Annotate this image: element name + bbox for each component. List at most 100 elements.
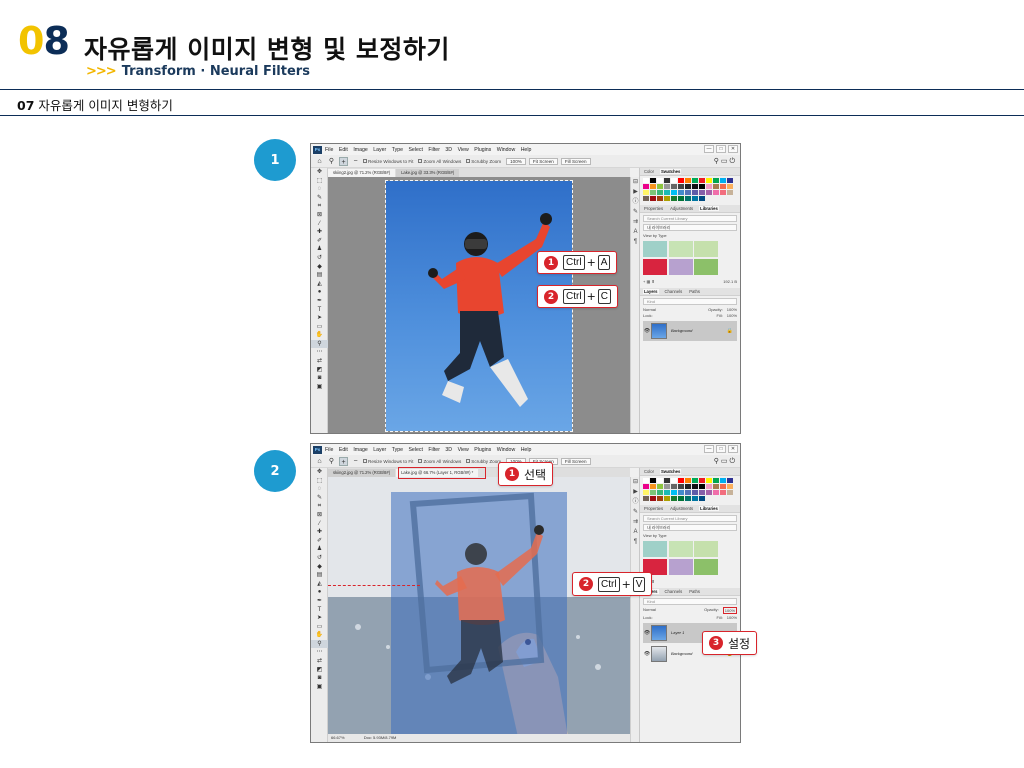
- swatch[interactable]: [678, 178, 684, 183]
- lasso-tool-icon[interactable]: ◌: [311, 185, 328, 194]
- swatch[interactable]: [671, 496, 677, 501]
- swatch[interactable]: [685, 178, 691, 183]
- menu-3d[interactable]: 3D: [445, 447, 452, 453]
- swatch[interactable]: [657, 190, 663, 195]
- home-icon[interactable]: ⌂: [315, 157, 324, 166]
- eyedropper-tool-icon[interactable]: ⁄: [311, 520, 328, 529]
- swatch[interactable]: [692, 478, 698, 483]
- lasso-tool-icon[interactable]: ◌: [311, 485, 328, 494]
- quick-mask-icon[interactable]: ◙: [311, 374, 328, 383]
- swatch[interactable]: [685, 490, 691, 495]
- tab-skiing[interactable]: skiing2.jpg @ 71.2% (RGB/8#): [328, 469, 396, 477]
- swatch[interactable]: [664, 490, 670, 495]
- fit-screen-button[interactable]: Fit Screen: [528, 157, 558, 165]
- library-tile[interactable]: [668, 558, 693, 575]
- menu-filter[interactable]: Filter: [428, 447, 440, 453]
- more-tools-icon[interactable]: ⋯: [311, 648, 328, 657]
- swatch[interactable]: [657, 196, 663, 201]
- swatch[interactable]: [657, 478, 663, 483]
- hand-tool-icon[interactable]: ✋: [311, 631, 328, 640]
- eraser-tool-icon[interactable]: ◆: [311, 263, 328, 272]
- type-tool-icon[interactable]: T: [311, 606, 328, 615]
- swatch[interactable]: [727, 484, 733, 489]
- tab-color[interactable]: Color: [643, 469, 655, 474]
- path-select-tool-icon[interactable]: ➤: [311, 314, 328, 323]
- zoom-tool-icon[interactable]: ⚲: [327, 457, 336, 466]
- library-tile[interactable]: [668, 241, 693, 257]
- minimize-button[interactable]: —: [704, 145, 714, 153]
- history-brush-icon[interactable]: ↺: [311, 254, 328, 263]
- swatch[interactable]: [664, 190, 670, 195]
- blend-mode-select[interactable]: Normal: [643, 307, 656, 312]
- zoom-in-icon[interactable]: +: [339, 156, 348, 166]
- library-select[interactable]: 내 라이브러리: [643, 524, 737, 531]
- swatch[interactable]: [692, 184, 698, 189]
- layer-kind-filter[interactable]: Kind: [643, 297, 737, 305]
- swatch[interactable]: [650, 490, 656, 495]
- brush-tool-icon[interactable]: ✐: [311, 237, 328, 246]
- pen-tool-icon[interactable]: ✒: [311, 297, 328, 306]
- swatch[interactable]: [720, 478, 726, 483]
- opacity-value[interactable]: 100%: [722, 606, 737, 614]
- menu-help[interactable]: Help: [521, 447, 532, 453]
- swatch[interactable]: [685, 496, 691, 501]
- swatch[interactable]: [678, 190, 684, 195]
- swatch[interactable]: [692, 196, 698, 201]
- swatch[interactable]: [727, 478, 733, 483]
- swatch[interactable]: [643, 496, 649, 501]
- quick-mask-icon[interactable]: ◙: [311, 674, 328, 683]
- crop-tool-icon[interactable]: ⌗: [311, 202, 328, 211]
- fill-screen-button[interactable]: Fill Screen: [560, 157, 591, 165]
- layer-kind-filter[interactable]: Kind: [643, 597, 737, 605]
- close-button[interactable]: ✕: [728, 145, 738, 153]
- stamp-tool-icon[interactable]: ♟: [311, 545, 328, 554]
- frame-tool-icon[interactable]: ⊠: [311, 511, 328, 520]
- swatch[interactable]: [678, 490, 684, 495]
- path-select-tool-icon[interactable]: ➤: [311, 614, 328, 623]
- view-by-type[interactable]: View by Type: [643, 233, 737, 238]
- color-swatches-icon[interactable]: ◩: [311, 366, 328, 375]
- maximize-button[interactable]: □: [716, 145, 726, 153]
- swatch[interactable]: [727, 490, 733, 495]
- tab-lake[interactable]: Lake.jpg @ 33.3% (RGB/8#): [396, 169, 460, 177]
- eye-icon[interactable]: 👁: [643, 328, 651, 334]
- swatch[interactable]: [727, 178, 733, 183]
- swatch[interactable]: [678, 184, 684, 189]
- library-tile[interactable]: [643, 541, 667, 557]
- swatch[interactable]: [678, 478, 684, 483]
- swatch[interactable]: [678, 484, 684, 489]
- stamp-tool-icon[interactable]: ♟: [311, 245, 328, 254]
- layer-row-background[interactable]: 👁 Background 🔒: [643, 320, 737, 341]
- swatch[interactable]: [657, 496, 663, 501]
- swatch[interactable]: [685, 478, 691, 483]
- tab-libraries[interactable]: Libraries: [699, 506, 719, 511]
- swatch[interactable]: [664, 184, 670, 189]
- swatch[interactable]: [650, 496, 656, 501]
- swatch[interactable]: [678, 496, 684, 501]
- menu-file[interactable]: File: [325, 447, 333, 453]
- swatch[interactable]: [692, 496, 698, 501]
- library-search-input[interactable]: Search Current Library: [643, 215, 737, 222]
- tab-libraries[interactable]: Libraries: [699, 206, 719, 211]
- resize-windows-checkbox[interactable]: Resize Windows to Fit: [363, 159, 413, 164]
- swatch[interactable]: [650, 484, 656, 489]
- library-tile[interactable]: [694, 241, 718, 257]
- tab-color[interactable]: Color: [643, 169, 655, 174]
- swatch[interactable]: [650, 178, 656, 183]
- swatches-grid[interactable]: [640, 476, 740, 503]
- minimize-button[interactable]: —: [704, 445, 714, 453]
- scrubby-zoom-checkbox[interactable]: Scrubby Zoom: [466, 459, 501, 464]
- swatch[interactable]: [706, 184, 712, 189]
- menu-filter[interactable]: Filter: [428, 147, 440, 153]
- swatch[interactable]: [713, 490, 719, 495]
- menu-window[interactable]: Window: [497, 447, 515, 453]
- swatch[interactable]: [643, 478, 649, 483]
- menu-layer[interactable]: Layer: [373, 147, 386, 153]
- fill-screen-button[interactable]: Fill Screen: [560, 457, 591, 465]
- library-select[interactable]: 내 라이브러리: [643, 224, 737, 231]
- swatch[interactable]: [643, 196, 649, 201]
- swatch[interactable]: [643, 178, 649, 183]
- shape-tool-icon[interactable]: ▭: [311, 323, 328, 332]
- menu-file[interactable]: File: [325, 147, 333, 153]
- marquee-tool-icon[interactable]: ⬚: [311, 177, 328, 186]
